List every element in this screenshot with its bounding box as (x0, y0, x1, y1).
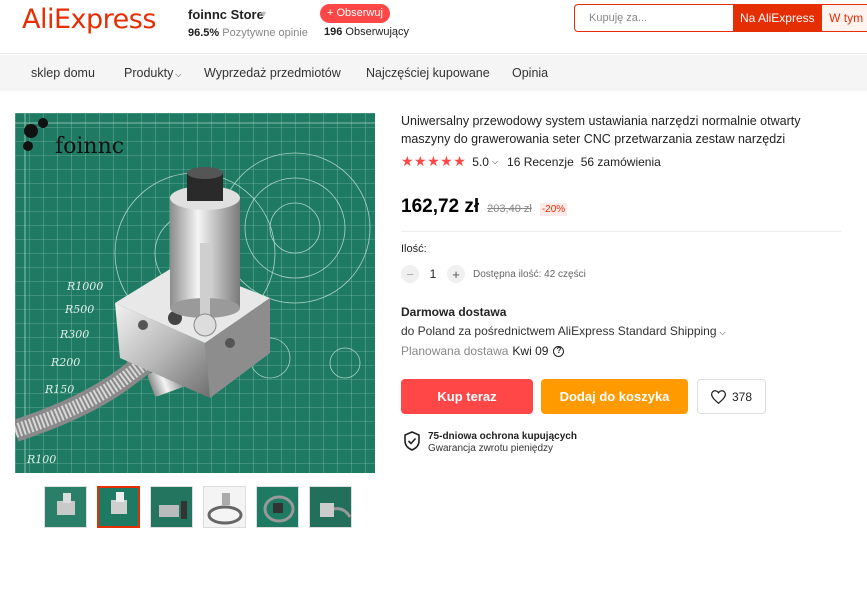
thumbnail-image (45, 487, 86, 527)
quantity-value[interactable]: 1 (419, 267, 447, 281)
thumbnail-image (151, 487, 192, 527)
decrease-quantity-button[interactable]: − (401, 265, 419, 283)
followers-count: 196 (324, 26, 343, 38)
orders-count: 56 zamówienia (580, 154, 661, 169)
increase-quantity-button[interactable]: + (447, 265, 465, 283)
svg-text:R1000: R1000 (66, 280, 103, 293)
wishlist-count: 378 (731, 389, 753, 404)
quantity-label: Ilość: (401, 243, 427, 255)
product-photo: R1000R500R300 R200R150R120R100 foinnc (15, 113, 375, 473)
delivery-label: Planowana dostawa (401, 344, 509, 358)
nav-item-sale[interactable]: Wyprzedaż przedmiotów (204, 66, 341, 80)
shipping-method[interactable]: do Poland za pośrednictwem AliExpress St… (401, 324, 726, 338)
help-icon[interactable]: ? (553, 345, 565, 357)
wishlist-button[interactable]: 378 (697, 379, 766, 414)
thumbnail-image (204, 487, 245, 527)
chevron-down-icon[interactable]: ▼ (259, 9, 268, 19)
store-rating: 96.5% Pozytywne opinie (188, 27, 308, 39)
watermark-text: foinnc (55, 134, 124, 159)
thumbnail[interactable] (150, 486, 193, 528)
current-price: 162,72 zł (401, 196, 480, 217)
positive-percent: 96.5% (188, 27, 220, 39)
nav-item-feedback[interactable]: Opinia (512, 66, 548, 80)
protection-title: 75-dniowa ochrona kupujących (428, 431, 577, 442)
follow-button[interactable]: + Obserwuj (320, 4, 390, 23)
followers: 196 Obserwujący (324, 26, 409, 38)
store-nav: sklep domu Produkty ⌵ Wyprzedaż przedmiot… (0, 55, 867, 91)
svg-text:R500: R500 (64, 303, 94, 316)
thumbnail-strip (44, 486, 352, 528)
chevron-down-icon[interactable]: ⌵ (492, 157, 498, 167)
search-aliexpress-button[interactable]: Na AliExpress (733, 5, 822, 31)
chevron-down-icon: ⌵ (719, 328, 726, 337)
search-input[interactable] (575, 5, 734, 31)
nav-item-bestsellers[interactable]: Najczęściej kupowane (366, 66, 490, 80)
price-row: 162,72 zł 203,40 zł -20% (401, 196, 568, 218)
svg-text:R300: R300 (59, 328, 89, 341)
search-bar: Na AliExpress W tym (574, 4, 867, 32)
buy-now-button[interactable]: Kup teraz (401, 379, 533, 414)
nav-item-products[interactable]: Produkty ⌵ (124, 66, 181, 80)
rating-row: ★★★★★ 5.0 ⌵ 16 Recenzje 56 zamówienia (401, 153, 661, 170)
product-title: Uniwersalny przewodowy system ustawiania… (401, 114, 801, 146)
nav-item-home[interactable]: sklep domu (31, 66, 95, 80)
divider (401, 231, 841, 232)
heart-icon (710, 389, 726, 404)
positive-label: Pozytywne opinie (222, 27, 308, 39)
store-name[interactable]: foinnc Store (188, 7, 264, 22)
thumbnail[interactable] (44, 486, 87, 528)
header: AliExpress foinnc Store ▼ 96.5% Pozytywn… (0, 0, 867, 54)
discount-badge: -20% (539, 203, 568, 216)
thumbnail[interactable] (309, 486, 352, 528)
thumbnail[interactable] (203, 486, 246, 528)
quantity-stepper: − 1 + Dostępna ilość: 42 części (401, 265, 586, 283)
thumbnail[interactable] (97, 486, 140, 528)
svg-text:R200: R200 (50, 356, 80, 369)
svg-text:R150: R150 (44, 383, 74, 396)
chevron-down-icon: ⌵ (175, 70, 182, 79)
svg-text:R100: R100 (26, 453, 56, 466)
main-product-image[interactable]: R1000 R500 R300 R200 R150 R120 R100 foinnc (15, 113, 375, 473)
shield-check-icon (404, 431, 420, 451)
protection-subtitle: Gwarancja zwrotu pieniędzy (428, 443, 554, 454)
buyer-protection: 75-dniowa ochrona kupujących Gwarancja z… (403, 431, 577, 454)
delivery-date: Kwi 09 (512, 344, 549, 358)
aliexpress-logo[interactable]: AliExpress (22, 4, 156, 35)
nav-item-products-label: Produkty (124, 66, 174, 80)
original-price: 203,40 zł (487, 203, 532, 215)
followers-label: Obserwujący (345, 26, 409, 38)
available-quantity: Dostępna ilość: 42 części (473, 268, 586, 280)
search-store-button[interactable]: W tym (821, 5, 867, 31)
shipping-method-label: do Poland za pośrednictwem AliExpress St… (401, 324, 717, 338)
thumbnail-image (310, 487, 351, 527)
delivery-estimate: Planowana dostawa Kwi 09 ? (401, 344, 565, 358)
rating-value[interactable]: 5.0 (472, 155, 489, 169)
add-to-cart-button[interactable]: Dodaj do koszyka (541, 379, 688, 414)
thumbnail-image (99, 488, 138, 526)
thumbnail[interactable] (256, 486, 299, 528)
star-rating-icon: ★★★★★ (401, 153, 467, 169)
shipping-title: Darmowa dostawa (401, 305, 507, 319)
thumbnail-image (257, 487, 298, 527)
reviews-count[interactable]: 16 Recenzje (507, 155, 574, 169)
